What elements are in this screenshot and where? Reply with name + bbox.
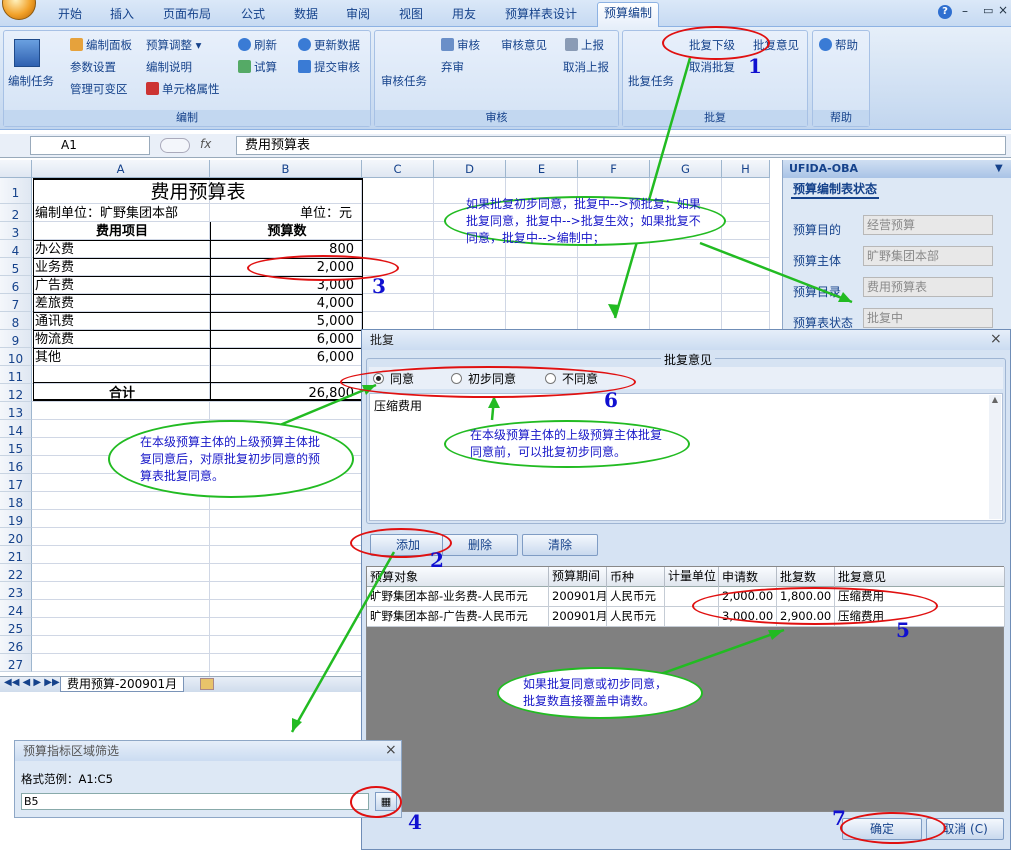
annotation-preliminary: 在本级预算主体的上级预算主体批复同意前，可以批复初步同意。 [444, 420, 690, 468]
step-number-4: 4 [408, 810, 422, 834]
step-number-3: 3 [372, 274, 386, 298]
step-number-5: 5 [896, 618, 910, 642]
annotation-arrowheads [292, 292, 852, 732]
highlight-ring-4 [350, 786, 402, 818]
annotation-overwrite: 如果批复同意或初步同意，批复数直接覆盖申请数。 [497, 667, 703, 719]
step-number-7: 7 [832, 806, 846, 830]
highlight-ring-6 [340, 366, 636, 398]
annotation-final-agree: 在本级预算主体的上级预算主体批复同意后，对原批复初步同意的预算表批复同意。 [108, 420, 354, 498]
step-number-6: 6 [604, 388, 618, 412]
highlight-ring-7 [840, 812, 946, 844]
annotation-status-flow: 如果批复初步同意，批复中-->预批复；如果批复同意，批复中-->批复生效；如果批… [444, 196, 726, 246]
step-number-1: 1 [748, 54, 762, 78]
step-number-2: 2 [430, 548, 444, 572]
